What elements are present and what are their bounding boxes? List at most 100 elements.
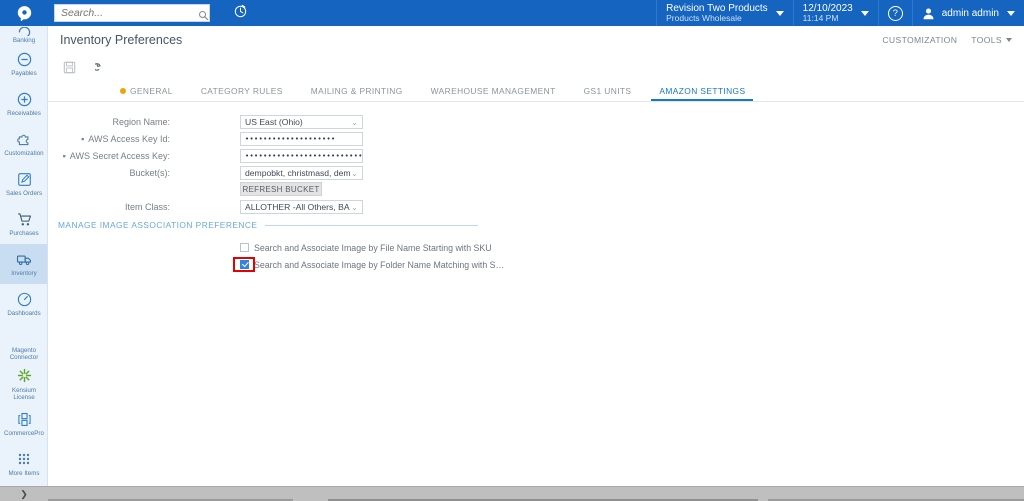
help-circle-icon: ? [887,5,903,21]
region-value: US East (Ohio) [245,117,303,127]
secret-key-field[interactable]: •••••••••••••••••••••••••••••••••••••••• [240,149,363,163]
access-key-label: ▪ AWS Access Key Id: [48,134,178,144]
file-name-checkbox[interactable] [240,243,249,252]
sidebar-item-banking[interactable]: Banking [0,26,47,44]
file-name-checkbox-label: Search and Associate Image by File Name … [254,242,492,253]
app-logo[interactable] [0,0,48,26]
customization-label: CUSTOMIZATION [882,34,958,45]
secret-key-value: •••••••••••••••••••••••••••••••••••••••• [245,152,363,160]
folder-name-checkbox[interactable] [240,260,249,269]
tab-category-rules[interactable]: CATEGORY RULES [187,86,297,101]
page-title: Inventory Preferences [60,32,183,47]
sidebar-item-kensium-license[interactable]: Kensium License [0,364,47,404]
field-row-refresh-bucket: REFRESH BUCKET [48,182,1024,198]
bucket-value: dempobkt, christmasd, dem… [245,168,350,178]
bucket-select[interactable]: dempobkt, christmasd, dem… ⌄ [240,166,363,180]
tab-label: GENERAL [130,86,173,96]
required-marker: ▪ [81,133,85,144]
sidebar-item-purchases[interactable]: Purchases [0,204,47,244]
chevron-down-icon: ⌄ [351,117,358,127]
required-marker: ▪ [62,150,66,161]
checkbox-row-file-name[interactable]: Search and Associate Image by File Name … [240,239,1024,256]
customization-menu[interactable]: CUSTOMIZATION [882,35,957,45]
save-button[interactable] [60,58,78,76]
shopping-cart-icon [15,210,33,228]
user-avatar-icon [922,7,935,20]
form-toolbar [48,54,1024,80]
tab-general[interactable]: GENERAL [106,86,187,101]
sidebar-item-receivables[interactable]: Receivables [0,84,47,124]
item-class-select[interactable]: ALLOTHER -All Others, BA… ⌄ [240,200,363,214]
datetime-selector[interactable]: 12/10/2023 11:14 PM [792,0,878,26]
tab-amazon-settings[interactable]: AMAZON SETTINGS [645,86,759,101]
form-tabs[interactable]: GENERAL CATEGORY RULES MAILING & PRINTIN… [48,80,1024,102]
sidebar-item-sales-orders[interactable]: Sales Orders [0,164,47,204]
secret-key-label: ▪ AWS Secret Access Key: [48,151,178,161]
global-search[interactable] [54,4,210,22]
sidebar-item-label: Customization [4,150,44,158]
amazon-settings-form: Region Name: US East (Ohio) ⌄ ▪ AWS Acce… [48,102,1024,273]
tab-warehouse-management[interactable]: WAREHOUSE MANAGEMENT [417,86,570,101]
search-icon[interactable] [198,8,209,20]
field-row-secret-key: ▪ AWS Secret Access Key: •••••••••••••••… [48,148,1024,164]
left-sidebar[interactable]: Banking Payables Receivables Customizati… [0,26,48,501]
company-branch: Products Wholesale [666,12,742,23]
access-key-field[interactable]: •••••••••••••••••••• [240,132,363,146]
sidebar-item-payables[interactable]: Payables [0,44,47,84]
item-class-label: Item Class: [124,202,170,212]
horizontal-scrollbar[interactable] [48,486,1024,501]
receivables-plus-icon [15,90,33,108]
banking-icon [15,26,33,36]
undo-arrow-icon [94,61,108,74]
sidebar-item-commercepro[interactable]: CommercePro [0,404,47,444]
folder-name-checkbox-label: Search and Associate Image by Folder Nam… [254,259,505,270]
bottom-status-bar: ❯ [0,486,1024,501]
chevron-down-icon [1007,10,1015,16]
user-menu[interactable]: admin admin [911,0,1024,26]
section-title: MANAGE IMAGE ASSOCIATION PREFERENCE [58,220,258,230]
checkbox-row-folder-name[interactable]: Search and Associate Image by Folder Nam… [233,256,1024,273]
tools-menu[interactable]: TOOLS [971,35,1012,45]
sidebar-item-dashboards[interactable]: Dashboards [0,284,47,324]
sidebar-item-label: More Items [8,470,40,478]
top-header-right: Revision Two Products Products Wholesale… [656,0,1024,26]
timer-button[interactable] [218,0,262,26]
bucket-label: Bucket(s): [129,168,170,178]
sidebar-item-label: Kensium License [11,386,37,401]
top-header-bar: Revision Two Products Products Wholesale… [0,0,1024,26]
chevron-down-icon [1006,38,1012,43]
sidebar-item-label: Inventory [11,270,37,278]
warning-dot-icon [120,88,126,94]
sidebar-item-customization[interactable]: Customization [0,124,47,164]
image-association-section-header: MANAGE IMAGE ASSOCIATION PREFERENCE [58,220,478,230]
save-disk-icon [63,61,76,74]
company-selector[interactable]: Revision Two Products Products Wholesale [656,0,793,26]
region-label: Region Name: [112,117,170,127]
sidebar-item-label: Purchases [9,230,39,238]
tab-gs1-units[interactable]: GS1 UNITS [570,86,646,101]
sidebar-item-label: Sales Orders [5,190,43,198]
tab-mailing-printing[interactable]: MAILING & PRINTING [297,86,417,101]
bottom-expand-button[interactable]: ❯ [0,489,48,500]
pencil-square-icon [15,170,33,188]
chevron-down-icon: ⌄ [351,202,358,212]
secret-key-label-text: AWS Secret Access Key: [69,151,170,161]
puzzle-icon [15,130,33,148]
chevron-down-icon [775,10,784,16]
chevron-down-icon: ⌄ [351,168,358,178]
field-row-region: Region Name: US East (Ohio) ⌄ [48,114,1024,130]
chevron-down-icon [860,10,869,16]
tab-label: MAILING & PRINTING [310,86,403,96]
help-button[interactable]: ? [877,0,912,26]
page-header-actions: CUSTOMIZATION TOOLS [882,35,1012,45]
refresh-bucket-button[interactable]: REFRESH BUCKET [240,182,322,196]
tab-label: GS1 UNITS [583,86,632,96]
sidebar-item-inventory[interactable]: Inventory [0,244,47,284]
sidebar-item-more-items[interactable]: More Items [0,444,47,484]
sidebar-item-magento-connector[interactable]: Magento Connector [0,324,47,364]
tab-label: AMAZON SETTINGS [659,86,746,96]
commercepro-icon [15,410,33,428]
search-input[interactable] [61,7,198,19]
undo-button[interactable] [92,58,110,76]
region-select[interactable]: US East (Ohio) ⌄ [240,115,363,129]
